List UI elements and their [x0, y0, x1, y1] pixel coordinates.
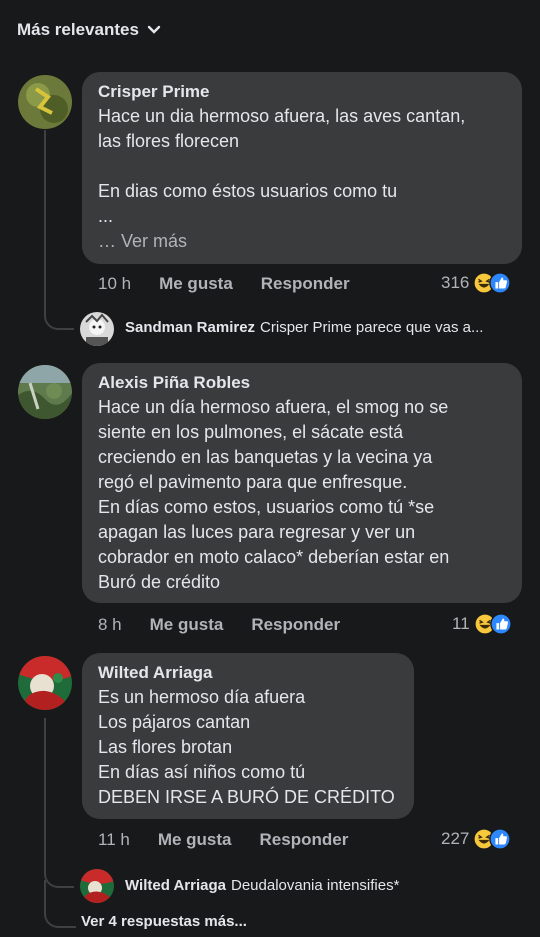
reply-text: Deudalovania intensifies* — [231, 877, 400, 894]
comment-text: Hace un día hermoso afuera, el smog no s… — [98, 397, 450, 592]
reaction-summary[interactable]: 316 — [441, 272, 512, 294]
reaction-count: 316 — [441, 273, 470, 292]
avatar[interactable] — [18, 75, 72, 129]
avatar[interactable] — [80, 312, 114, 346]
see-more-link[interactable]: … Ver más — [98, 229, 506, 254]
comment-actions: 11 h Me gusta Responder — [98, 830, 348, 850]
view-more-replies-link[interactable]: Ver 4 respuestas más... — [81, 913, 247, 930]
comment-time[interactable]: 8 h — [98, 615, 122, 635]
comment-text: Es un hermoso día afuera Los pájaros can… — [98, 687, 395, 807]
comment-time[interactable]: 10 h — [98, 274, 131, 294]
comment-time[interactable]: 11 h — [98, 830, 130, 850]
reply-author[interactable]: Sandman Ramirez — [125, 319, 255, 336]
comment-bubble: Wilted Arriaga Es un hermoso día afuera … — [82, 653, 414, 819]
reaction-count: 227 — [441, 829, 470, 848]
comment-actions: 8 h Me gusta Responder — [98, 615, 340, 635]
like-icon — [489, 613, 512, 635]
thread-connector — [44, 880, 76, 928]
reply-preview[interactable]: Sandman Ramirez Crisper Prime parece que… — [125, 319, 483, 336]
like-icon — [489, 272, 512, 294]
sort-label: Más relevantes — [17, 20, 139, 39]
avatar[interactable] — [80, 869, 114, 903]
reaction-summary[interactable]: 227 — [441, 828, 512, 850]
like-button[interactable]: Me gusta — [158, 830, 232, 850]
reply-button[interactable]: Responder — [260, 830, 349, 850]
reaction-summary[interactable]: 11 — [452, 613, 512, 635]
avatar[interactable] — [18, 656, 72, 710]
chevron-down-icon — [147, 25, 161, 34]
reply-text: Crisper Prime parece que vas a... — [260, 319, 484, 336]
reaction-count: 11 — [452, 614, 470, 633]
reply-preview[interactable]: Wilted Arriaga Deudalovania intensifies* — [125, 877, 399, 894]
thread-line — [44, 718, 46, 868]
reply-button[interactable]: Responder — [261, 274, 350, 294]
comment-actions: 10 h Me gusta Responder — [98, 274, 350, 294]
like-icon — [489, 828, 512, 850]
comment-bubble: Crisper Prime Hace un dia hermoso afuera… — [82, 72, 522, 264]
avatar[interactable] — [18, 365, 72, 419]
comment-author[interactable]: Wilted Arriaga — [98, 663, 398, 683]
comment-text: Hace un dia hermoso afuera, las aves can… — [98, 106, 466, 226]
thread-connector — [44, 300, 74, 330]
like-button[interactable]: Me gusta — [150, 615, 224, 635]
comment-bubble: Alexis Piña Robles Hace un día hermoso a… — [82, 363, 522, 603]
comment-author[interactable]: Alexis Piña Robles — [98, 373, 506, 393]
thread-line — [44, 130, 46, 310]
comment-author[interactable]: Crisper Prime — [98, 82, 506, 102]
reply-button[interactable]: Responder — [251, 615, 340, 635]
sort-dropdown[interactable]: Más relevantes — [17, 20, 161, 40]
like-button[interactable]: Me gusta — [159, 274, 233, 294]
reply-author[interactable]: Wilted Arriaga — [125, 877, 226, 894]
